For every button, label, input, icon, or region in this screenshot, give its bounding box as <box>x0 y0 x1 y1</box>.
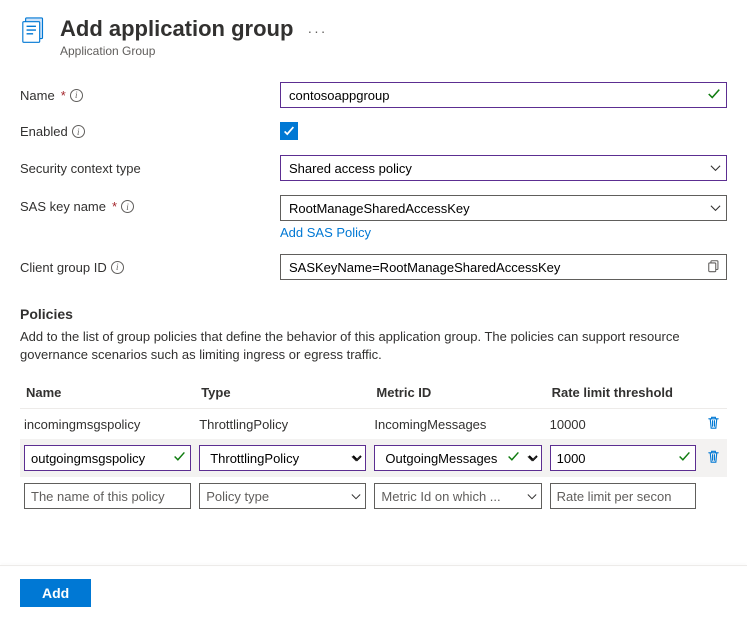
client-group-label: Client group ID <box>20 260 107 275</box>
policy-name-input[interactable] <box>24 445 191 471</box>
checkmark-icon <box>707 87 721 104</box>
table-row: ThrottlingPolicy OutgoingMessages <box>20 439 727 477</box>
page-subtitle: Application Group <box>60 44 293 58</box>
table-row: incomingmsgspolicy ThrottlingPolicy Inco… <box>20 409 727 440</box>
policy-rate: 10000 <box>546 409 701 440</box>
policies-description: Add to the list of group policies that d… <box>20 328 727 363</box>
info-icon[interactable]: i <box>72 125 85 138</box>
delete-icon[interactable] <box>706 449 721 464</box>
policy-name: incomingmsgspolicy <box>20 409 195 440</box>
info-icon[interactable]: i <box>70 89 83 102</box>
policy-name-input[interactable] <box>24 483 191 509</box>
policy-type-select[interactable] <box>199 483 366 509</box>
name-input[interactable] <box>280 82 727 108</box>
add-sas-policy-link[interactable]: Add SAS Policy <box>280 225 371 240</box>
policy-metric-select[interactable] <box>374 483 541 509</box>
col-metric: Metric ID <box>370 379 545 409</box>
col-name: Name <box>20 379 195 409</box>
delete-icon[interactable] <box>706 415 721 430</box>
table-row <box>20 477 727 515</box>
more-actions-button[interactable]: ··· <box>307 16 327 46</box>
checkmark-icon <box>678 450 691 466</box>
policy-rate-input[interactable] <box>550 445 697 471</box>
security-context-label: Security context type <box>20 161 141 176</box>
col-type: Type <box>195 379 370 409</box>
policy-type: ThrottlingPolicy <box>195 409 370 440</box>
info-icon[interactable]: i <box>111 261 124 274</box>
sas-key-label: SAS key name <box>20 199 106 214</box>
policy-metric: IncomingMessages <box>370 409 545 440</box>
col-rate: Rate limit threshold <box>546 379 701 409</box>
enabled-label: Enabled <box>20 124 68 139</box>
enabled-checkbox[interactable] <box>280 122 298 140</box>
policy-rate-input[interactable] <box>550 483 697 509</box>
add-button[interactable]: Add <box>20 579 91 607</box>
copy-icon[interactable] <box>707 259 721 276</box>
required-indicator: * <box>61 88 66 103</box>
checkmark-icon <box>173 450 186 466</box>
required-indicator: * <box>112 199 117 214</box>
checkmark-icon <box>507 450 520 466</box>
page-title: Add application group <box>60 16 293 42</box>
info-icon[interactable]: i <box>121 200 134 213</box>
app-group-icon <box>20 16 50 46</box>
name-label: Name <box>20 88 55 103</box>
sas-key-select[interactable]: RootManageSharedAccessKey <box>280 195 727 221</box>
security-context-select[interactable]: Shared access policy <box>280 155 727 181</box>
client-group-id-input[interactable] <box>280 254 727 280</box>
policy-type-select[interactable]: ThrottlingPolicy <box>199 445 366 471</box>
policies-heading: Policies <box>20 306 727 322</box>
